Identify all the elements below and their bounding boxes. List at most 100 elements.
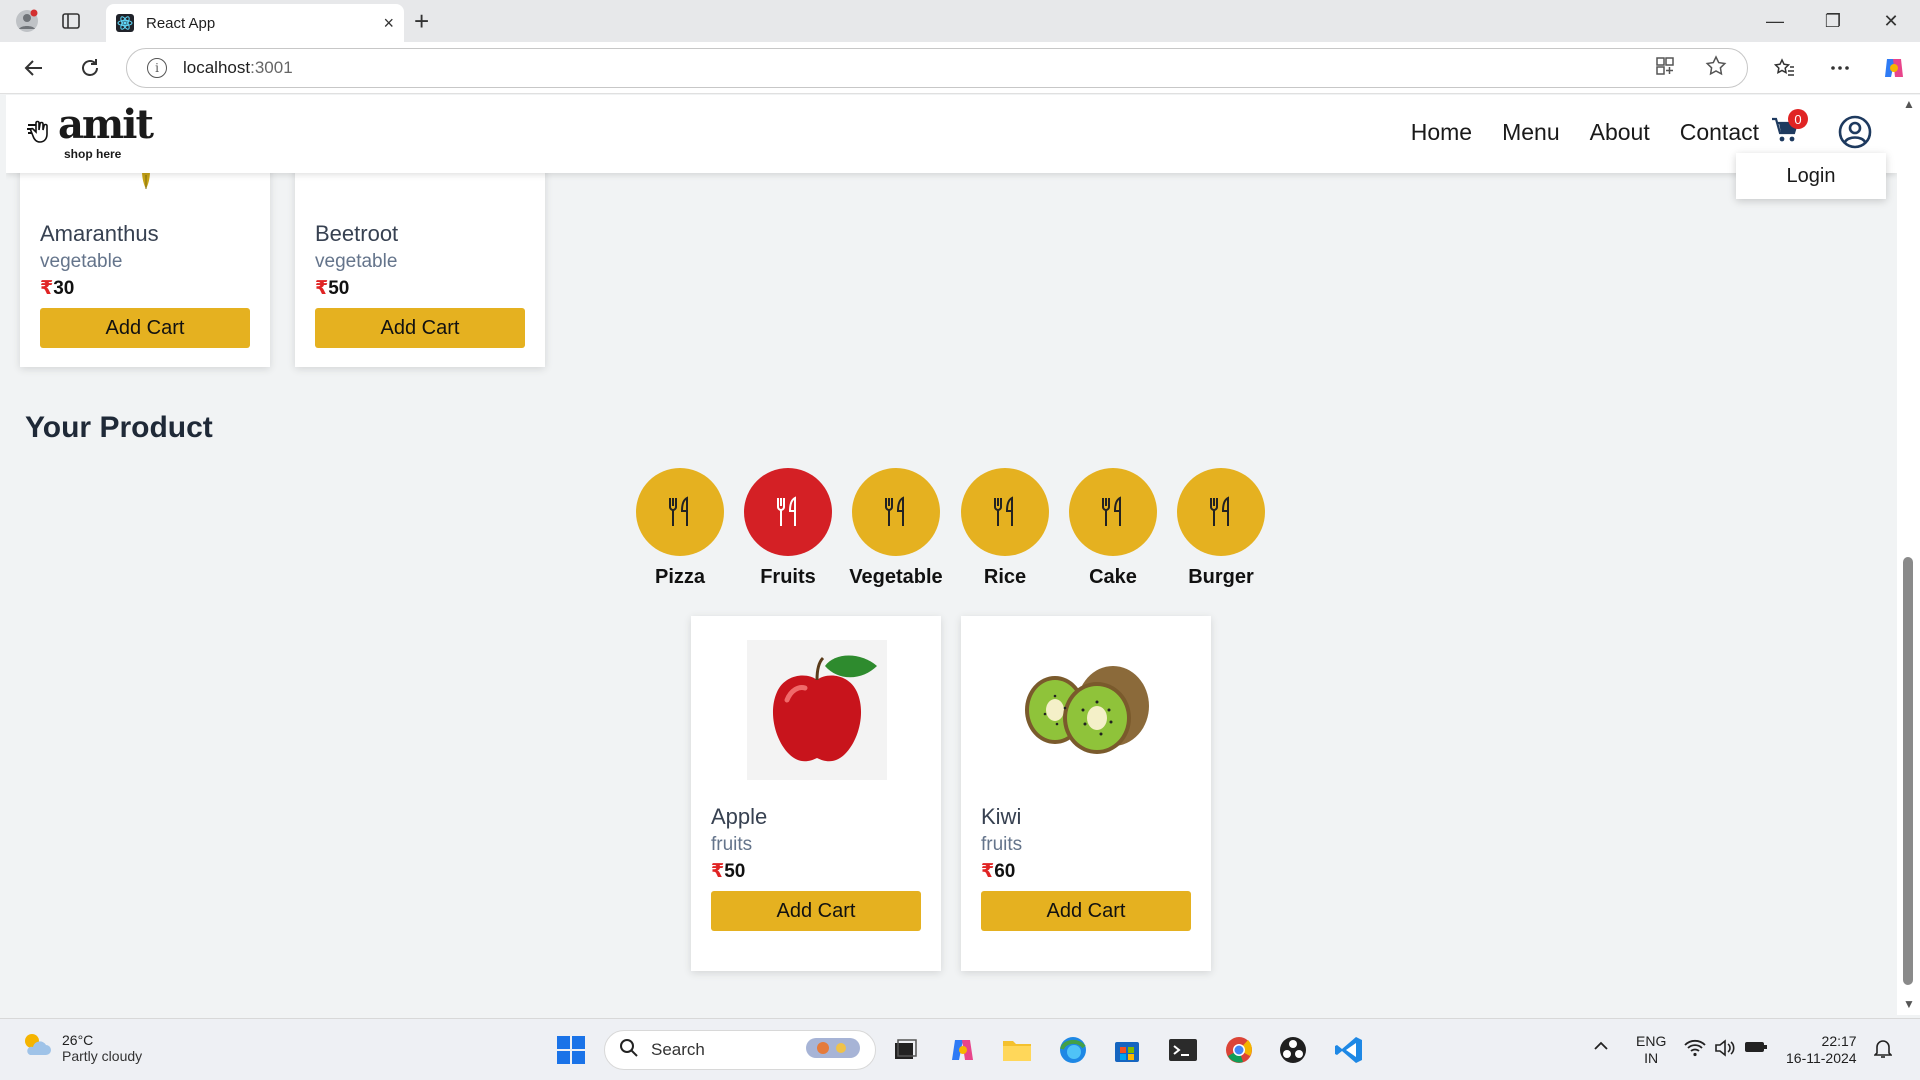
notification-bell-icon[interactable] — [1873, 1039, 1893, 1063]
tab-react-app[interactable]: React App × — [106, 4, 404, 42]
taskbar-search[interactable]: Search — [604, 1030, 876, 1070]
category-rice[interactable]: Rice — [955, 468, 1055, 589]
brand-tagline: shop here — [64, 147, 122, 161]
restore-button[interactable]: ❐ — [1804, 0, 1862, 42]
copilot-taskbar-icon[interactable] — [946, 1033, 980, 1067]
section-title: Your Product — [25, 411, 213, 444]
product-name: Kiwi — [981, 804, 1022, 829]
category-cake[interactable]: Cake — [1063, 468, 1163, 589]
favorite-star-icon[interactable] — [1705, 54, 1727, 82]
product-category: fruits — [981, 834, 1023, 855]
category-burger[interactable]: Burger — [1171, 468, 1271, 589]
react-favicon-icon — [116, 14, 134, 32]
nav-about[interactable]: About — [1590, 119, 1650, 146]
add-cart-button[interactable]: Add Cart — [40, 308, 250, 348]
vscode-icon[interactable] — [1332, 1033, 1366, 1067]
category-vegetable[interactable]: Vegetable — [846, 468, 946, 589]
address-bar[interactable]: i localhost:3001 — [126, 48, 1748, 88]
product-price: ₹30 — [40, 278, 75, 299]
browser-tab-bar: React App × + — ❐ ✕ — [0, 0, 1920, 42]
add-cart-button[interactable]: Add Cart — [315, 308, 525, 348]
language-indicator[interactable]: ENG IN — [1636, 1033, 1666, 1067]
favorites-icon[interactable] — [1768, 52, 1800, 84]
more-options-icon[interactable] — [1824, 52, 1856, 84]
category-label: Pizza — [654, 566, 706, 588]
windows-start-icon[interactable] — [554, 1033, 588, 1067]
utensils-icon — [1177, 468, 1265, 556]
page-viewport: amit shop here Home Menu About Contact 0… — [6, 95, 1897, 1015]
add-cart-button[interactable]: Add Cart — [711, 891, 921, 931]
brand-name: amit — [58, 101, 154, 148]
chrome-icon[interactable] — [1222, 1033, 1256, 1067]
logo[interactable]: amit shop here — [24, 101, 154, 161]
product-category: vegetable — [40, 251, 123, 272]
terminal-icon[interactable] — [1166, 1033, 1200, 1067]
wifi-icon[interactable] — [1684, 1039, 1706, 1061]
scroll-up-icon[interactable]: ▲ — [1903, 97, 1915, 111]
clock[interactable]: 22:17 16-11-2024 — [1786, 1033, 1857, 1067]
nav-home[interactable]: Home — [1411, 119, 1472, 146]
cart-button[interactable]: 0 — [1770, 109, 1808, 151]
category-pizza[interactable]: Pizza — [630, 468, 730, 589]
product-card-kiwi: Kiwi fruits ₹60 Add Cart — [961, 616, 1211, 971]
login-dropdown-item[interactable]: Login — [1736, 153, 1886, 199]
search-icon — [619, 1038, 639, 1063]
partly-cloudy-icon — [20, 1029, 52, 1066]
task-view-icon[interactable] — [888, 1033, 922, 1067]
product-price: ₹50 — [315, 278, 350, 299]
profile-icon[interactable] — [12, 6, 42, 36]
weather-condition: Partly cloudy — [62, 1047, 143, 1064]
category-fruits[interactable]: Fruits — [738, 468, 838, 589]
user-account-icon[interactable] — [1838, 115, 1874, 151]
copilot-icon[interactable] — [1878, 52, 1910, 84]
apple-image — [747, 640, 887, 785]
nav-contact[interactable]: Contact — [1680, 119, 1759, 146]
product-name: Amaranthus — [40, 221, 159, 246]
page-scrollbar[interactable]: ▲ ▼ — [1897, 95, 1920, 1015]
back-icon[interactable] — [18, 52, 50, 84]
category-label: Vegetable — [849, 566, 943, 588]
minimize-button[interactable]: — — [1746, 0, 1804, 42]
url-text: localhost:3001 — [183, 58, 293, 77]
reload-icon[interactable] — [74, 52, 106, 84]
battery-icon[interactable] — [1744, 1039, 1768, 1059]
close-tab-icon[interactable]: × — [383, 13, 394, 34]
search-label: Search — [651, 1040, 705, 1059]
category-label: Fruits — [760, 566, 816, 588]
app-header: amit shop here Home Menu About Contact 0 — [6, 95, 1897, 173]
volume-icon[interactable] — [1714, 1039, 1736, 1061]
utensils-icon — [744, 468, 832, 556]
taskbar: 26°C Partly cloudy Search ENG IN 22:17 1… — [0, 1018, 1920, 1080]
close-window-button[interactable]: ✕ — [1862, 0, 1920, 42]
utensils-icon — [852, 468, 940, 556]
app-available-icon[interactable] — [1655, 56, 1675, 81]
edge-browser-icon[interactable] — [1056, 1033, 1090, 1067]
category-label: Burger — [1188, 566, 1254, 588]
show-hidden-icons-icon[interactable] — [1592, 1039, 1610, 1057]
site-info-icon[interactable]: i — [147, 58, 167, 78]
product-category: fruits — [711, 834, 753, 855]
temperature: 26°C — [62, 1031, 94, 1048]
nav-menu[interactable]: Menu — [1502, 119, 1560, 146]
search-highlight-icon — [805, 1035, 861, 1066]
clock-date: 16-11-2024 — [1786, 1050, 1857, 1066]
product-category: vegetable — [315, 251, 398, 272]
new-tab-button[interactable]: + — [414, 8, 429, 34]
category-label: Cake — [1089, 566, 1137, 588]
obs-icon[interactable] — [1276, 1033, 1310, 1067]
scrollbar-thumb[interactable] — [1903, 557, 1913, 985]
add-cart-button[interactable]: Add Cart — [981, 891, 1191, 931]
file-explorer-icon[interactable] — [1000, 1033, 1034, 1067]
kiwi-image — [1015, 660, 1155, 765]
utensils-icon — [636, 468, 724, 556]
amaranthus-image — [138, 171, 154, 196]
cart-icon — [1770, 117, 1800, 149]
product-price: ₹50 — [711, 861, 746, 882]
weather-widget[interactable]: 26°C Partly cloudy — [20, 1029, 142, 1066]
tab-actions-icon[interactable] — [56, 6, 86, 36]
scroll-down-icon[interactable]: ▼ — [1903, 997, 1915, 1011]
product-name: Apple — [711, 804, 768, 829]
product-price: ₹60 — [981, 861, 1016, 882]
category-label: Rice — [983, 566, 1027, 588]
microsoft-store-icon[interactable] — [1110, 1033, 1144, 1067]
